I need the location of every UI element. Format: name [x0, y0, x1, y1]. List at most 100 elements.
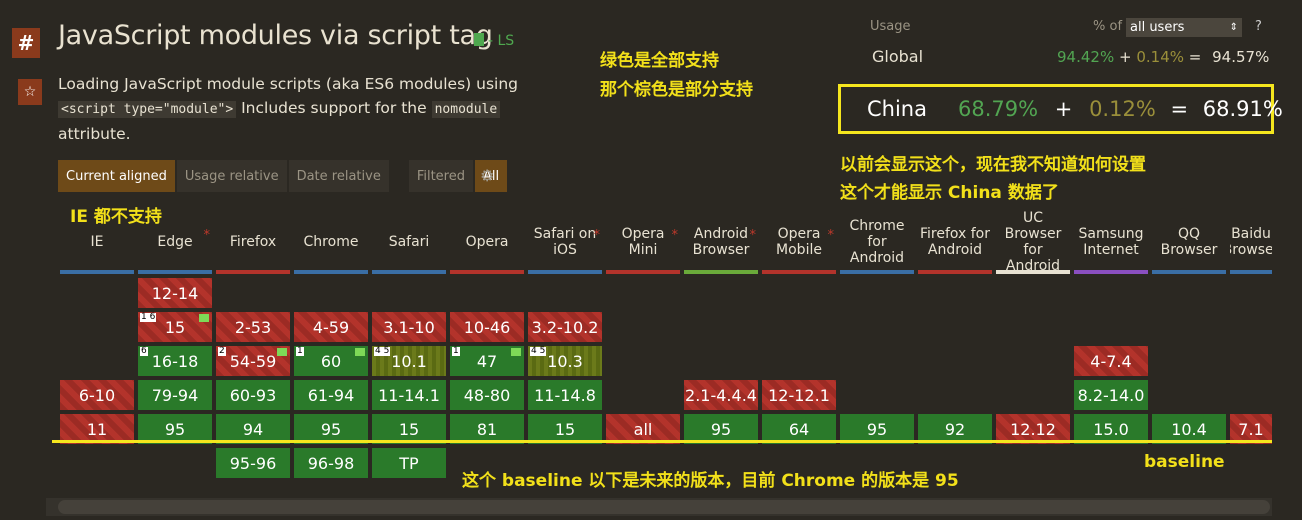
- version-range: 16-18: [151, 351, 199, 371]
- code-snippet: <script type="module">: [58, 101, 237, 118]
- support-cell[interactable]: 3.1-10: [372, 312, 446, 342]
- tab-current-aligned[interactable]: Current aligned: [58, 160, 175, 192]
- browser-name: Opera Mini: [621, 226, 665, 258]
- document-icon: [474, 33, 484, 46]
- browser-name: Baidu Browser: [1230, 226, 1272, 258]
- flag-icon: [199, 314, 209, 322]
- support-cell[interactable]: 3.2-10.2: [528, 312, 602, 342]
- support-cell[interactable]: 12-14: [138, 278, 212, 308]
- note-asterisk: *: [827, 228, 835, 243]
- support-cell[interactable]: 4-59: [294, 312, 368, 342]
- flag-icon: [355, 348, 365, 356]
- browser-header-firefox[interactable]: Firefox: [216, 210, 290, 274]
- version-range: 47: [476, 351, 498, 371]
- version-range: 10.3: [547, 351, 583, 371]
- browser-name: QQ Browser: [1160, 226, 1218, 258]
- version-range: 10.1: [391, 351, 427, 371]
- browser-header-ie[interactable]: IE: [60, 210, 134, 274]
- support-cell[interactable]: 48-80: [450, 380, 524, 410]
- support-cell[interactable]: 61-94: [294, 380, 368, 410]
- version-range: 2.1-4.4.4: [685, 385, 757, 405]
- version-range: 4-7.4: [1090, 351, 1132, 371]
- support-cell[interactable]: 60-93: [216, 380, 290, 410]
- note-asterisk: *: [749, 228, 757, 243]
- annotation-baseline: 这个 baseline 以下是未来的版本，目前 Chrome 的版本是 95: [462, 471, 959, 491]
- support-cell[interactable]: 15 1 6: [138, 312, 212, 342]
- browser-header-opera-mobile[interactable]: Opera Mobile *: [762, 210, 836, 274]
- browser-header-opera[interactable]: Opera: [450, 210, 524, 274]
- status-badge[interactable]: - LS: [474, 33, 514, 49]
- support-cell[interactable]: 4-7.4: [1074, 346, 1148, 376]
- browser-color-bar: [60, 270, 134, 274]
- version-range: 3.1-10: [383, 317, 435, 337]
- support-cell[interactable]: 12-12.1: [762, 380, 836, 410]
- note-number: 6: [140, 346, 148, 356]
- browser-name: Opera Mobile: [776, 226, 822, 258]
- browser-color-bar: [138, 270, 212, 274]
- global-usage: 94.42% + 0.14% = 94.57%: [1057, 48, 1270, 66]
- version-range: 10-46: [463, 317, 511, 337]
- browser-name: Samsung Internet: [1078, 226, 1144, 258]
- support-cell[interactable]: 47 1: [450, 346, 524, 376]
- support-cell[interactable]: 79-94: [138, 380, 212, 410]
- support-cell[interactable]: 96-98: [294, 448, 368, 478]
- browser-header-edge[interactable]: Edge *: [138, 210, 212, 274]
- support-cell[interactable]: 16-18 6: [138, 346, 212, 376]
- browser-header-chrome-for-android[interactable]: Chrome for Android: [840, 210, 914, 274]
- version-range: 15: [554, 419, 576, 439]
- version-range: 64: [788, 419, 810, 439]
- browser-header-opera-mini[interactable]: Opera Mini *: [606, 210, 680, 274]
- support-cell[interactable]: 10.3 4 5: [528, 346, 602, 376]
- browser-color-bar: [762, 270, 836, 274]
- support-cell[interactable]: 60 1: [294, 346, 368, 376]
- note-asterisk: *: [671, 228, 679, 243]
- support-cell[interactable]: 11-14.1: [372, 380, 446, 410]
- support-cell[interactable]: 10-46: [450, 312, 524, 342]
- feature-description: Loading JavaScript module scripts (aka E…: [58, 75, 519, 143]
- browser-name: Firefox for Android: [919, 226, 991, 258]
- browser-header-firefox-for-android[interactable]: Firefox for Android: [918, 210, 992, 274]
- note-asterisk: *: [203, 228, 211, 243]
- browser-color-bar: [918, 270, 992, 274]
- version-range: 2-53: [234, 317, 272, 337]
- version-range: 11-14.8: [534, 385, 596, 405]
- anchor-hash-icon[interactable]: #: [12, 28, 40, 58]
- support-cell[interactable]: 2-53: [216, 312, 290, 342]
- browser-name: Opera: [465, 234, 509, 250]
- support-cell[interactable]: 2.1-4.4.4: [684, 380, 758, 410]
- help-icon[interactable]: ?: [1255, 19, 1262, 34]
- tab-date-relative[interactable]: Date relative: [288, 160, 389, 192]
- support-cell[interactable]: 6-10: [60, 380, 134, 410]
- browser-header-chrome[interactable]: Chrome: [294, 210, 368, 274]
- page-title: JavaScript modules via script tag: [58, 20, 493, 51]
- support-cell[interactable]: 54-59 2: [216, 346, 290, 376]
- browser-name: Firefox: [229, 234, 277, 250]
- browser-header-android-browser[interactable]: Android Browser *: [684, 210, 758, 274]
- browser-color-bar: [684, 270, 758, 274]
- gear-icon[interactable]: ⚙: [480, 166, 494, 185]
- note-asterisk: *: [593, 228, 601, 243]
- browser-color-bar: [294, 270, 368, 274]
- version-range: 95-96: [229, 453, 277, 473]
- browser-header-safari[interactable]: Safari: [372, 210, 446, 274]
- browser-header-safari-on-ios[interactable]: Safari on iOS *: [528, 210, 602, 274]
- browser-header-baidu-browser[interactable]: Baidu Browser: [1230, 210, 1272, 274]
- note-number: 4 5: [530, 346, 547, 356]
- support-cell[interactable]: 8.2-14.0: [1074, 380, 1148, 410]
- browser-name: IE: [90, 234, 104, 250]
- browser-header-uc-browser-for-android[interactable]: UC Browser for Android: [996, 210, 1070, 274]
- browser-header-samsung-internet[interactable]: Samsung Internet: [1074, 210, 1148, 274]
- support-cell[interactable]: 10.1 4 5: [372, 346, 446, 376]
- browser-header-qq-browser[interactable]: QQ Browser: [1152, 210, 1226, 274]
- support-cell[interactable]: 95-96: [216, 448, 290, 478]
- usage-select[interactable]: all users ⇕: [1126, 18, 1242, 37]
- support-cell[interactable]: TP: [372, 448, 446, 478]
- tab-filtered[interactable]: Filtered: [408, 160, 473, 192]
- version-range: 10.4: [1171, 419, 1207, 439]
- scrollbar-thumb[interactable]: [58, 500, 1270, 514]
- star-icon[interactable]: ☆: [18, 79, 42, 105]
- version-range: 15.0: [1093, 419, 1129, 439]
- version-range: all: [633, 419, 653, 439]
- tab-usage-relative[interactable]: Usage relative: [176, 160, 287, 192]
- support-cell[interactable]: 11-14.8: [528, 380, 602, 410]
